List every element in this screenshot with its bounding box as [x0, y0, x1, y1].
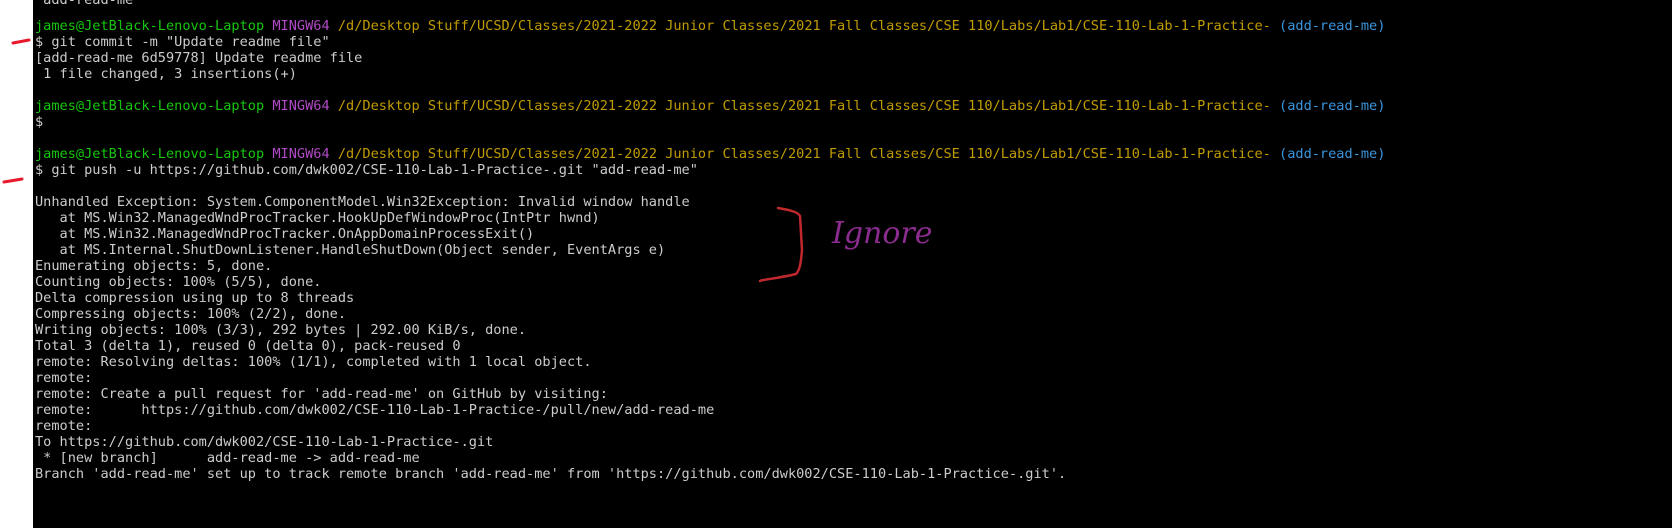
prompt-user: james@JetBlack-Lenovo-Laptop: [35, 98, 265, 114]
prompt-branch: (add-read-me): [1279, 18, 1386, 34]
output-line: remote: Create a pull request for 'add-r…: [35, 386, 608, 402]
prompt-env: MINGW64: [272, 146, 330, 162]
prompt-line: james@JetBlack-Lenovo-Laptop MINGW64 /d/…: [35, 146, 1385, 162]
prompt-env: MINGW64: [272, 98, 330, 114]
output-line: [add-read-me 6d59778] Update readme file: [35, 50, 363, 66]
output-line: 1 file changed, 3 insertions(+): [35, 66, 297, 82]
output-line: Total 3 (delta 1), reused 0 (delta 0), p…: [35, 338, 461, 354]
prompt-user: james@JetBlack-Lenovo-Laptop: [35, 18, 265, 34]
output-line: remote:: [35, 370, 93, 386]
output-line: Branch 'add-read-me' set up to track rem…: [35, 466, 1067, 482]
dash-marker-commit: [11, 38, 31, 45]
output-line: * [new branch] add-read-me -> add-read-m…: [35, 450, 420, 466]
prompt-user: james@JetBlack-Lenovo-Laptop: [35, 146, 265, 162]
prompt-line: james@JetBlack-Lenovo-Laptop MINGW64 /d/…: [35, 18, 1385, 34]
output-line: Enumerating objects: 5, done.: [35, 258, 273, 274]
prompt-branch: (add-read-me): [1279, 146, 1386, 162]
output-line: Writing objects: 100% (3/3), 292 bytes |…: [35, 322, 527, 338]
output-line: Compressing objects: 100% (2/2), done.: [35, 306, 346, 322]
command-line: $: [35, 114, 44, 130]
command-line: $ git push -u https://github.com/dwk002/…: [35, 162, 698, 178]
output-line: To https://github.com/dwk002/CSE-110-Lab…: [35, 434, 494, 450]
output-line: Counting objects: 100% (5/5), done.: [35, 274, 322, 290]
prompt-path: /d/Desktop Stuff/UCSD/Classes/2021-2022 …: [337, 98, 1271, 114]
exception-line: at MS.Win32.ManagedWndProcTracker.HookUp…: [35, 210, 600, 226]
prompt-line: james@JetBlack-Lenovo-Laptop MINGW64 /d/…: [35, 98, 1385, 114]
output-line: remote: Resolving deltas: 100% (1/1), co…: [35, 354, 592, 370]
output-line: remote: https://github.com/dwk002/CSE-11…: [35, 402, 715, 418]
dash-marker-push: [2, 177, 24, 184]
output-line: remote:: [35, 418, 93, 434]
terminal-window[interactable]: 'add-read-me' james@JetBlack-Lenovo-Lapt…: [33, 0, 1672, 528]
command-line: $ git commit -m "Update readme file": [35, 34, 330, 50]
prompt-path: /d/Desktop Stuff/UCSD/Classes/2021-2022 …: [337, 146, 1271, 162]
output-line: Delta compression using up to 8 threads: [35, 290, 355, 306]
exception-line: at MS.Internal.ShutDownListener.HandleSh…: [35, 242, 666, 258]
output-line: 'add-read-me': [35, 0, 142, 8]
exception-line: Unhandled Exception: System.ComponentMod…: [35, 194, 690, 210]
prompt-path: /d/Desktop Stuff/UCSD/Classes/2021-2022 …: [337, 18, 1271, 34]
prompt-env: MINGW64: [272, 18, 330, 34]
prompt-branch: (add-read-me): [1279, 98, 1386, 114]
exception-line: at MS.Win32.ManagedWndProcTracker.OnAppD…: [35, 226, 535, 242]
